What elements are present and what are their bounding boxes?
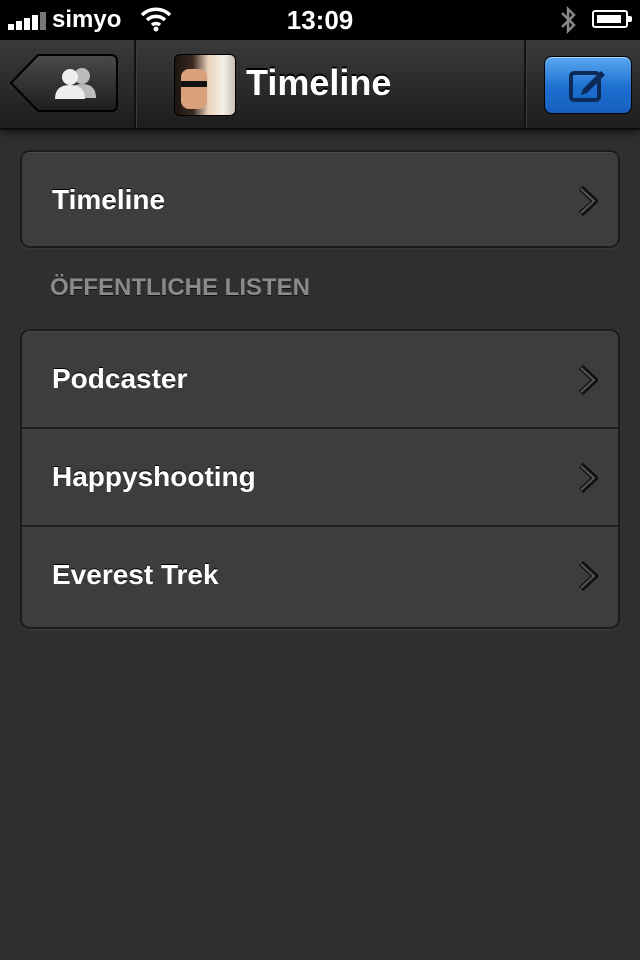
page-title: Timeline [246,62,392,103]
nav-divider-right [524,40,527,128]
nav-divider-left [134,40,137,128]
back-button[interactable] [10,54,118,112]
avatar[interactable] [174,54,236,116]
list-item-happyshooting[interactable]: Happyshooting [22,427,618,525]
list-item-label: Podcaster [52,363,188,394]
chevron-right-icon [578,185,600,221]
section-header-public-lists: ÖFFENTLICHE LISTEN [50,274,310,301]
list-item-label: Timeline [52,184,166,215]
list-item-podcaster[interactable]: Podcaster [22,331,618,427]
list-item-everest-trek[interactable]: Everest Trek [22,525,618,623]
timeline-group: Timeline [20,150,620,248]
list-item-timeline[interactable]: Timeline [22,152,618,248]
chevron-right-icon [578,364,600,400]
navigation-bar: Timeline [0,40,640,130]
list-item-label: Everest Trek [52,559,219,590]
chevron-right-icon [578,560,600,596]
status-bar: simyo 13:09 [0,0,640,40]
clock: 13:09 [286,5,354,35]
public-lists-group: Podcaster Happyshooting Everest Trek [20,329,620,629]
battery-icon [592,10,632,28]
compose-button[interactable] [544,56,632,114]
chevron-right-icon [578,462,600,498]
list-item-label: Happyshooting [52,461,256,492]
bluetooth-icon [558,5,578,40]
